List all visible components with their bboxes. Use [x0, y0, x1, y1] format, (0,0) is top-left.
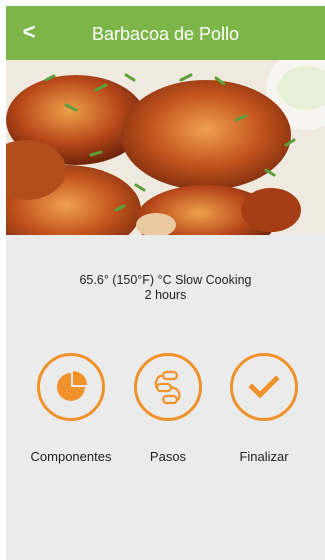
components-label: Componentes [30, 449, 112, 464]
finish-button[interactable]: Finalizar [214, 353, 314, 464]
duration-text: 2 hours [144, 288, 187, 302]
app-screen: < Barbacoa de Pollo 65.6° (150°F) °C Slo… [0, 0, 325, 560]
page-title: Barbacoa de Pollo [91, 24, 240, 44]
checkmark-icon [248, 375, 280, 399]
recipe-photo [6, 60, 325, 235]
steps-ring [134, 353, 202, 421]
steps-path-icon [154, 370, 181, 405]
app-header: < Barbacoa de Pollo [6, 6, 325, 60]
steps-label: Pasos [149, 449, 187, 464]
steps-button[interactable]: Pasos [118, 353, 218, 464]
cooking-info: 65.6° (150°F) °C Slow Cooking 2 hours [6, 273, 325, 303]
pie-chart-icon [57, 371, 87, 401]
components-button[interactable]: Componentes [21, 353, 121, 464]
recipe-panel: 65.6° (150°F) °C Slow Cooking 2 hours Co… [6, 235, 325, 560]
finish-ring [230, 353, 298, 421]
action-row: Componentes Pasos Finalizar [6, 353, 325, 473]
temperature-text: 65.6° (150°F) °C Slow Cooking [79, 273, 252, 287]
finish-label: Finalizar [239, 449, 289, 464]
chicken-wings-image [6, 60, 325, 235]
components-ring [37, 353, 105, 421]
